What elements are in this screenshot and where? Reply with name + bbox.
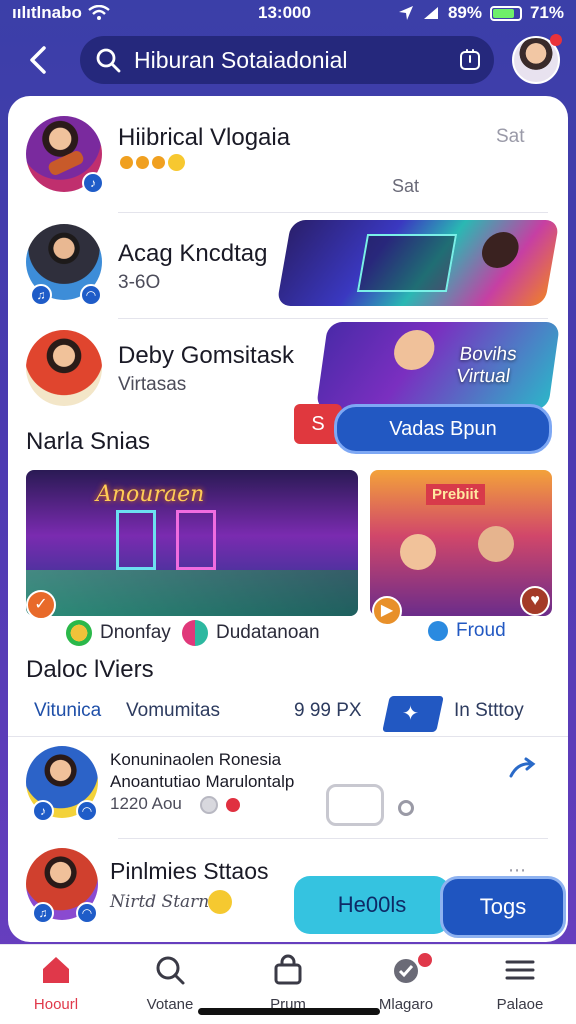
list-item-subtitle: Anoantutiao Marulontalp	[110, 772, 295, 791]
status-extra: 71%	[529, 3, 564, 22]
banner-title: Bovihs Virtual	[455, 344, 519, 387]
search-icon	[96, 48, 121, 73]
virtual-banner[interactable]: Bovihs Virtual	[315, 322, 561, 410]
bag-icon	[274, 954, 302, 985]
avatar[interactable]	[26, 330, 102, 406]
play-badge-icon: ▶	[372, 596, 402, 626]
tile-overlay-title: Anouraen	[96, 482, 205, 507]
person-name[interactable]: Deby Gomsitask	[118, 342, 294, 370]
status-left: ıılıtlnabo	[12, 3, 110, 23]
divider	[118, 212, 548, 213]
battery-percent: 89%	[447, 3, 482, 22]
divider	[118, 318, 548, 319]
nav-item-bag[interactable]: Prum	[240, 953, 336, 1013]
music-badge-icon: ♪	[82, 172, 104, 194]
divider	[8, 736, 568, 737]
person-meta-secondary: Sat	[392, 176, 420, 196]
main-card: ♪ Hiibrical Vlogaia Sat Sat ♫ ◠ Acag Knc…	[8, 96, 568, 942]
star-icon: ✦	[402, 703, 419, 725]
tab-vomumitas[interactable]: Vomumitas	[126, 700, 220, 722]
nav-item-shield[interactable]: Mlagaro	[358, 951, 454, 1013]
nav-item-home[interactable]: Hoourl	[8, 953, 104, 1013]
music-badge-icon: ♫	[30, 284, 52, 306]
blue-action-button[interactable]: Togs	[440, 876, 566, 938]
coin-icon	[66, 620, 92, 646]
emoji-icon	[208, 890, 232, 914]
tile-label[interactable]: Froud	[428, 620, 506, 642]
search-input[interactable]: Hiburan Sotaiadonial	[134, 47, 348, 74]
status-time: 13:000	[258, 3, 311, 22]
document-icon	[326, 784, 384, 826]
headphones-badge-icon: ◠	[80, 284, 102, 306]
nav-notification-dot	[416, 951, 434, 969]
tile-overlay-title: Prebiit	[426, 484, 485, 505]
search-bar[interactable]: Hiburan Sotaiadonial	[80, 36, 494, 84]
section-title: Daloc lViers	[26, 656, 154, 683]
headphones-badge-icon: ◠	[76, 800, 98, 822]
gray-dot	[200, 796, 218, 814]
notification-dot	[550, 34, 562, 46]
concert-banner[interactable]	[276, 220, 560, 306]
tab-count[interactable]: 9 99 PX	[294, 700, 362, 722]
tile-label[interactable]: Dnonfay	[66, 620, 171, 646]
cross-badge-icon	[182, 620, 208, 646]
divider	[118, 838, 548, 839]
list-item-subtitle: Nirtd Starn	[110, 892, 210, 912]
battery-icon	[489, 5, 522, 21]
headphones-badge-icon: ◠	[76, 902, 98, 924]
music-badge-icon: ♫	[32, 902, 54, 924]
back-button[interactable]	[22, 40, 56, 80]
menu-icon	[505, 960, 535, 980]
chat-icon	[428, 621, 448, 641]
list-item-meta: 1220 Aou	[110, 794, 182, 813]
person-name[interactable]: Hiibrical Vlogaia	[118, 124, 290, 152]
rating-dots	[120, 154, 185, 171]
list-item-title[interactable]: Pinlmies Sttaos	[110, 858, 269, 885]
list-item-title[interactable]: Konuninaolen Ronesia	[110, 750, 281, 770]
tab-in-stttoy[interactable]: In Stttoy	[454, 700, 524, 722]
heart-badge-icon: ♥	[520, 586, 550, 616]
carrier-label: ıılıtlnabo	[12, 3, 82, 22]
person-meta: 3-6O	[118, 272, 161, 293]
status-bar: ıılıtlnabo 13:000 89% 71%	[0, 0, 576, 28]
status-right: 89% 71%	[398, 3, 564, 23]
section-title: Narla Snias	[26, 428, 151, 455]
home-icon	[43, 957, 69, 983]
star-tab-button[interactable]: ✦	[382, 696, 444, 732]
check-badge-icon: ✓	[26, 590, 56, 620]
calendar-icon[interactable]	[458, 48, 482, 72]
cyan-action-button[interactable]: He00ls	[294, 876, 450, 934]
ring-icon	[398, 800, 414, 816]
person-meta: Sat	[496, 126, 525, 147]
home-indicator	[198, 1008, 380, 1015]
nav-item-search[interactable]: Votane	[122, 953, 218, 1013]
location-icon	[398, 6, 413, 20]
event-tile[interactable]: Anouraen	[26, 470, 358, 616]
tile-label[interactable]: Dudatanoan	[182, 620, 320, 646]
primary-action-button[interactable]: Vadas Bpun	[334, 404, 552, 454]
nav-item-menu[interactable]: Palaoe	[472, 953, 568, 1013]
tab-bar: Vitunica Vomumitas 9 99 PX ✦ In Stttoy	[8, 690, 568, 736]
person-name[interactable]: Acag Kncdtag	[118, 240, 267, 268]
search-icon	[156, 956, 185, 985]
tab-vitunica[interactable]: Vitunica	[34, 700, 101, 722]
red-dot	[226, 798, 240, 812]
signal-icon	[423, 7, 438, 19]
share-arrow-icon[interactable]	[508, 756, 538, 780]
person-meta: Virtasas	[118, 374, 187, 395]
profile-avatar[interactable]	[512, 34, 562, 84]
music-badge-icon: ♪	[32, 800, 54, 822]
chevron-left-icon	[30, 46, 46, 74]
wifi-icon	[88, 5, 110, 20]
